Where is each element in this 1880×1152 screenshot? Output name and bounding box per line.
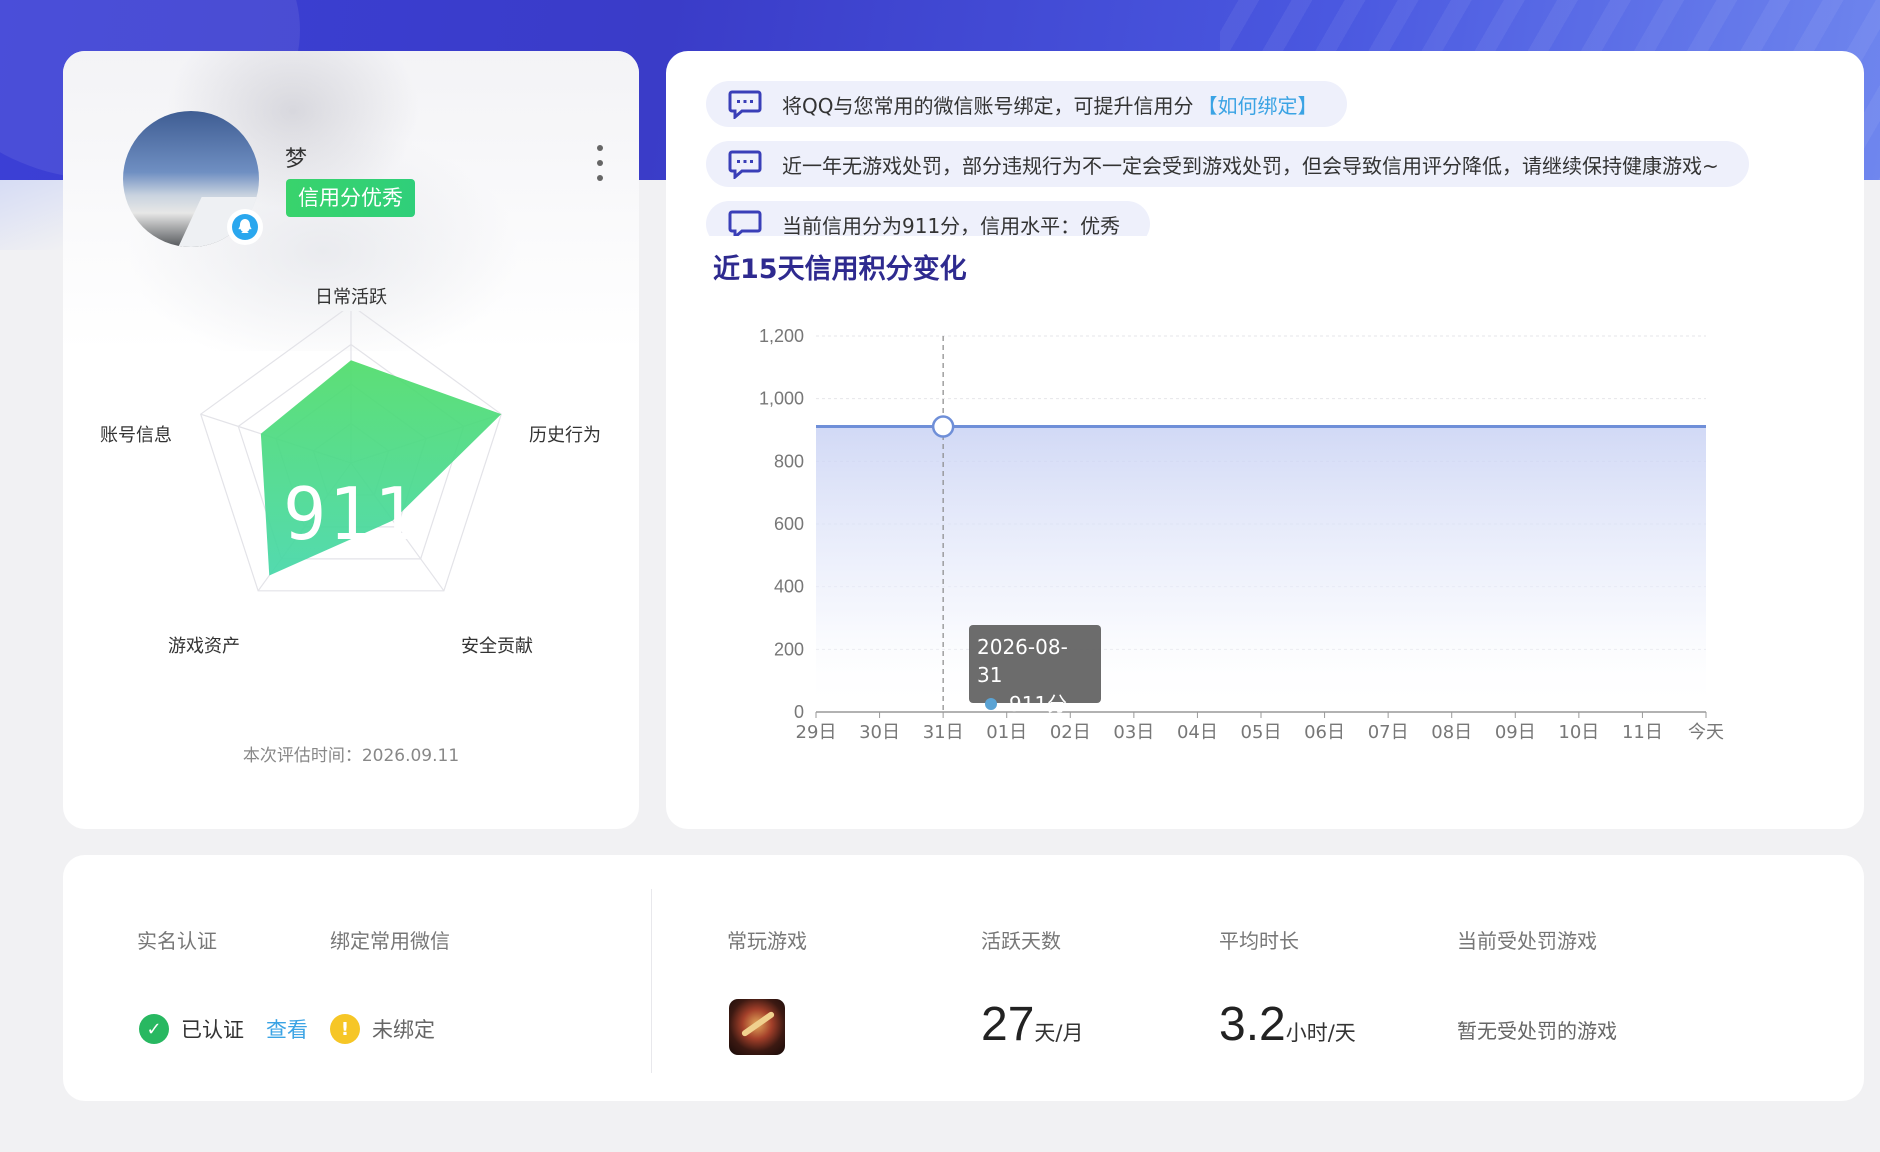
y-tick-label: 600	[774, 514, 804, 534]
x-tick-label: 07日	[1368, 722, 1409, 743]
evaluation-time: 本次评估时间：2026.09.11	[242, 746, 460, 766]
radar-chart: 911	[200, 311, 502, 592]
tooltip-date: 2026-08-31	[977, 635, 1068, 687]
x-tick-label: 05日	[1241, 722, 1282, 743]
avg-time: 3.2小时/天	[1219, 997, 1356, 1052]
avg-time-unit: 小时/天	[1285, 1021, 1356, 1045]
radar-label-daily-active: 日常活跃	[315, 287, 387, 308]
divider	[651, 889, 652, 1073]
x-tick-label: 06日	[1304, 722, 1345, 743]
y-tick-label: 1,000	[759, 389, 804, 409]
radar-label-game-assets: 游戏资产	[168, 636, 240, 657]
nickname: 梦	[285, 147, 308, 172]
active-days-unit: 天/月	[1034, 1021, 1084, 1045]
credit-chart-card: 将QQ与您常用的微信账号绑定，可提升信用分 【如何绑定】 近一年无游戏处罚，部分…	[666, 51, 1864, 829]
penalty-games-label: 当前受处罚游戏	[1457, 929, 1597, 953]
y-tick-label: 1,200	[759, 326, 804, 346]
verified-text: 已认证	[181, 1018, 244, 1042]
x-tick-label: 04日	[1177, 722, 1218, 743]
x-tick-label: 09日	[1495, 722, 1536, 743]
unbound-text[interactable]: 未绑定	[372, 1014, 435, 1044]
x-tick-label: 10日	[1558, 722, 1599, 743]
avg-time-value: 3.2	[1219, 998, 1286, 1051]
series-area	[816, 426, 1706, 712]
credit-level-badge: 信用分优秀	[286, 179, 415, 217]
radar-label-account-info: 账号信息	[100, 425, 172, 446]
credit-line-chart: 0 200 400 600 800 1,000 1,200 29日 30日 31日 01日 02日 03…	[759, 326, 1724, 743]
radar-label-security: 安全贡献	[461, 636, 533, 657]
x-tick-label: 03日	[1113, 722, 1154, 743]
account-summary-card: 实名认证 绑定常用微信 ✓ 已认证 查看 ! 未绑定 常玩游戏 活跃天数 27天…	[63, 855, 1864, 1101]
warning-icon: !	[330, 1014, 360, 1044]
y-tick-label: 400	[774, 577, 804, 597]
tooltip-value-row: 911分	[977, 689, 1093, 719]
credit-score: 911	[283, 472, 419, 556]
tooltip-value: 911分	[1009, 692, 1068, 716]
realname-label: 实名认证	[137, 929, 217, 953]
active-days-label: 活跃天数	[981, 929, 1061, 953]
verification-status: ✓ 已认证 查看 ! 未绑定	[139, 1014, 435, 1044]
more-options-icon[interactable]	[593, 145, 607, 181]
y-tick-label: 800	[774, 451, 804, 471]
check-icon: ✓	[139, 1014, 169, 1044]
active-days: 27天/月	[981, 997, 1083, 1052]
x-tick-label: 02日	[1050, 722, 1091, 743]
avg-time-label: 平均时长	[1219, 929, 1299, 953]
series-dot-icon	[985, 698, 997, 710]
y-tick-label: 200	[774, 639, 804, 659]
frequent-games-label: 常玩游戏	[727, 929, 807, 953]
active-days-value: 27	[981, 998, 1035, 1051]
no-penalty-text: 暂无受处罚的游戏	[1457, 1019, 1617, 1043]
radar-label-history: 历史行为	[529, 425, 601, 446]
background-decoration	[0, 180, 70, 250]
x-tick-label: 11日	[1622, 722, 1663, 743]
wechat-bind-label: 绑定常用微信	[330, 929, 450, 953]
x-tick-label: 今天	[1688, 722, 1724, 743]
x-tick-label: 08日	[1431, 722, 1472, 743]
x-tick-label: 01日	[986, 722, 1027, 743]
qq-penguin-icon	[227, 209, 263, 245]
x-tick-label: 31日	[923, 722, 964, 743]
y-tick-label: 0	[794, 702, 804, 722]
profile-card: 梦 信用分优秀 911 日常活跃 历史行为 安全贡献 游戏资产 账号信息 本次评…	[63, 51, 639, 829]
view-link[interactable]: 查看	[266, 1014, 308, 1044]
x-tick-label: 29日	[796, 722, 837, 743]
chart-tooltip: 2026-08-31 911分	[969, 625, 1101, 716]
x-tick-label: 30日	[859, 722, 900, 743]
game-icon[interactable]	[729, 999, 785, 1055]
data-point	[931, 415, 955, 438]
